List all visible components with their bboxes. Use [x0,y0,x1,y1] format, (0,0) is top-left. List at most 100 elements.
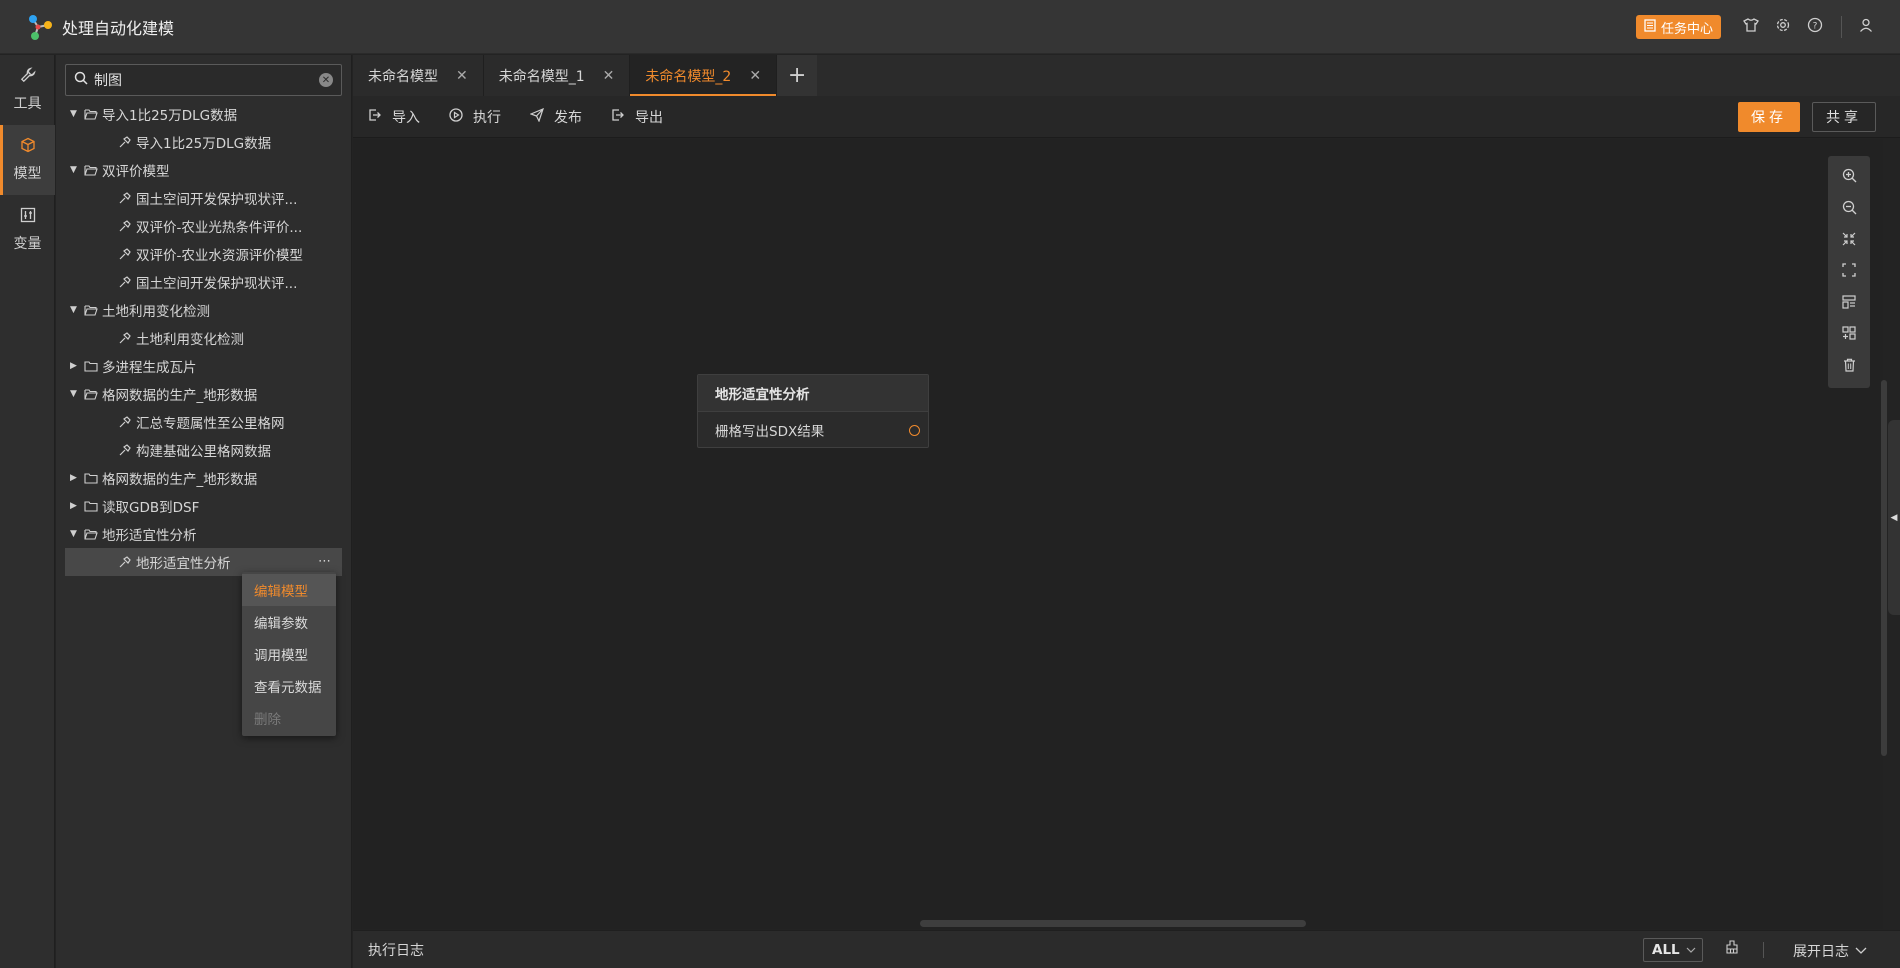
node-title: 地形适宜性分析 [698,375,928,412]
zoom-in-button[interactable] [1833,162,1865,194]
user-button[interactable] [1850,11,1882,43]
folder-icon [84,360,102,372]
publish-label: 发布 [554,109,582,126]
nav-item-label: 工具 [13,96,42,112]
hammer-icon [118,219,136,233]
model-canvas[interactable]: 地形适宜性分析 栅格写出SDX结果 [353,139,1883,929]
tree-label: 导入1比25万DLG数据 [102,108,238,124]
import-button[interactable]: 导入 [368,107,420,127]
tree-folder[interactable]: ▼ 地形适宜性分析 [56,520,351,548]
caret-down-icon: ▼ [70,109,77,119]
export-button[interactable]: 导出 [611,107,663,127]
task-list-icon [1644,18,1656,36]
context-menu: 编辑模型 编辑参数 调用模型 查看元数据 删除 [242,572,336,736]
auto-layout-button[interactable] [1833,288,1865,320]
tree-label: 读取GDB到DSF [102,500,200,516]
trash-icon [1843,358,1856,376]
chevron-down-icon [1855,943,1867,959]
publish-button[interactable]: 发布 [529,107,582,127]
nav-item-tools[interactable]: 工具 [0,55,55,125]
side-navigation: 工具 模型 变量 [0,55,55,968]
expand-log-button[interactable]: 展开日志 [1793,941,1867,961]
tree-label: 多进程生成瓦片 [102,360,197,376]
zoom-out-button[interactable] [1833,194,1865,226]
vertical-scrollbar[interactable] [1881,380,1887,756]
log-level-select[interactable]: ALL [1643,938,1703,962]
close-icon[interactable]: ✕ [749,68,761,84]
close-icon[interactable]: ✕ [603,68,615,84]
tab-label: 未命名模型_2 [645,68,732,85]
tree-folder[interactable]: ▼ 土地利用变化检测 [56,296,351,324]
folder-open-icon [84,164,102,176]
fit-to-view-button[interactable] [1833,225,1865,257]
node-output-row: 栅格写出SDX结果 [698,412,928,448]
nav-item-variables[interactable]: 变量 [0,195,55,265]
execute-button[interactable]: 执行 [449,107,501,127]
add-node-button[interactable] [1833,320,1865,352]
execute-label: 执行 [473,109,501,126]
log-divider [1763,942,1764,958]
settings-button[interactable] [1767,11,1799,43]
right-panel-toggle[interactable]: ◀ [1888,420,1900,615]
tree-item[interactable]: 国土空间开发保护现状评... [56,268,351,296]
tree-item[interactable]: 土地利用变化检测 [56,324,351,352]
tree-folder[interactable]: ▶ 格网数据的生产_地形数据 [56,464,351,492]
user-icon [1858,17,1874,37]
tree-item[interactable]: 导入1比25万DLG数据 [56,128,351,156]
menu-item-edit-model[interactable]: 编辑模型 [242,574,336,606]
output-port-icon[interactable] [909,425,920,436]
canvas-toolbar: 导入 执行 发布 导出 保存 共享 [353,96,1900,138]
tab-model[interactable]: 未命名模型 ✕ [353,55,484,96]
nav-item-label: 变量 [13,236,42,252]
caret-right-icon: ▶ [70,361,77,371]
tree-folder[interactable]: ▶ 读取GDB到DSF [56,492,351,520]
tree-label: 汇总专题属性至公里格网 [136,416,285,432]
tree-item[interactable]: 双评价-农业光热条件评价... [56,212,351,240]
skin-button[interactable] [1735,11,1767,43]
hammer-icon [118,247,136,261]
more-options-icon[interactable]: ⋯ [318,554,332,569]
task-center-label: 任务中心 [1660,21,1713,37]
search-input[interactable] [94,72,313,88]
horizontal-scrollbar[interactable] [920,920,1306,927]
add-tab-button[interactable]: + [777,55,818,96]
zoom-out-icon [1842,200,1857,219]
menu-item-view-metadata[interactable]: 查看元数据 [242,670,336,702]
help-button[interactable]: ? [1799,11,1831,43]
model-tree: ▼ 导入1比25万DLG数据 导入1比25万DLG数据 ▼ 双评价模型 国土空间开发… [56,100,351,576]
menu-item-delete: 删除 [254,712,281,728]
close-icon[interactable]: ✕ [456,68,468,84]
tree-item[interactable]: 国土空间开发保护现状评... [56,184,351,212]
menu-item-edit-params[interactable]: 编辑参数 [242,606,336,638]
nav-item-models[interactable]: 模型 [0,125,55,195]
search-box: ✕ [65,64,342,96]
tab-model-1[interactable]: 未命名模型_1 ✕ [484,55,631,96]
tree-item[interactable]: 汇总专题属性至公里格网 [56,408,351,436]
tree-folder[interactable]: ▼ 双评价模型 [56,156,351,184]
save-button[interactable]: 保存 [1738,102,1800,132]
tree-label: 土地利用变化检测 [136,332,244,348]
tree-folder[interactable]: ▼ 格网数据的生产_地形数据 [56,380,351,408]
tab-model-2[interactable]: 未命名模型_2 ✕ [630,55,778,96]
delete-button[interactable] [1833,351,1865,383]
folder-icon [84,472,102,484]
tree-label: 格网数据的生产_地形数据 [102,472,258,488]
share-button[interactable]: 共享 [1812,102,1876,132]
log-bar: 执行日志 ALL 展开日志 [353,930,1900,968]
model-tree-panel: ✕ ▼ 导入1比25万DLG数据 导入1比25万DLG数据 ▼ 双评价模型 国土空间… [56,55,352,968]
tree-label: 地形适宜性分析 [136,556,231,572]
clear-log-button[interactable] [1725,940,1739,958]
model-node[interactable]: 地形适宜性分析 栅格写出SDX结果 [697,374,929,448]
fullscreen-button[interactable] [1833,257,1865,289]
log-level-value: ALL [1652,942,1680,958]
tree-label: 导入1比25万DLG数据 [136,136,272,152]
task-center-button[interactable]: 任务中心 [1635,15,1721,39]
menu-item-invoke-model[interactable]: 调用模型 [242,638,336,670]
tree-folder[interactable]: ▶ 多进程生成瓦片 [56,352,351,380]
folder-open-icon [84,304,102,316]
tree-item[interactable]: 构建基础公里格网数据 [56,436,351,464]
tree-item[interactable]: 双评价-农业水资源评价模型 [56,240,351,268]
log-title: 执行日志 [368,942,424,959]
clear-search-icon[interactable]: ✕ [319,73,333,87]
tree-folder[interactable]: ▼ 导入1比25万DLG数据 [56,100,351,128]
